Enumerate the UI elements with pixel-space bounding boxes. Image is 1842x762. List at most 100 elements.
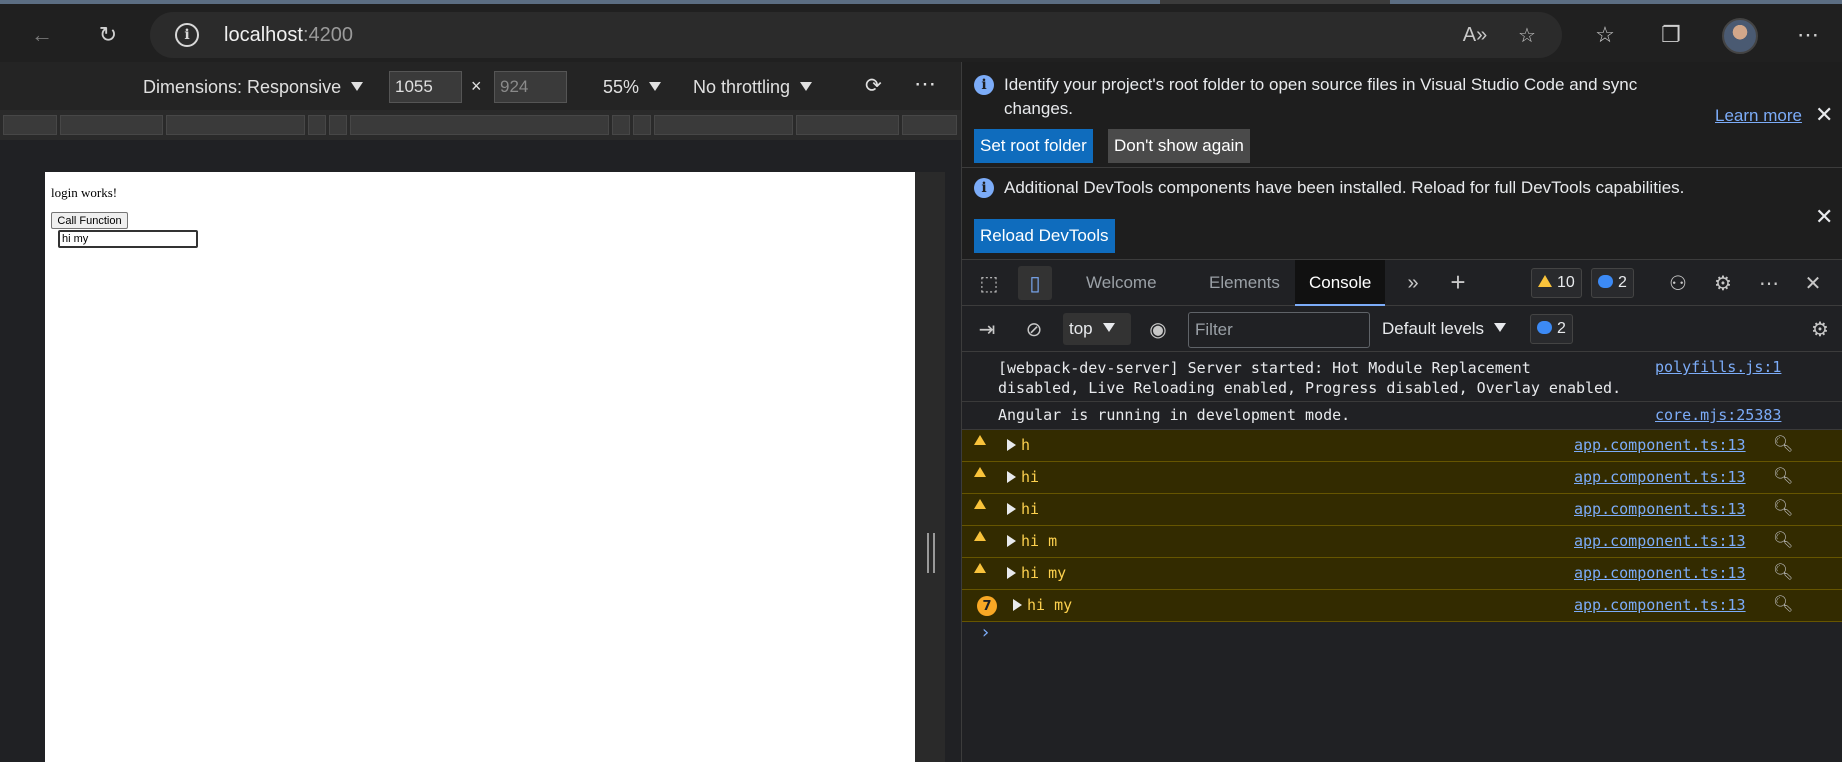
console-source-link[interactable]: core.mjs:25383 [1655, 406, 1781, 424]
console-source-link[interactable]: app.component.ts:13 [1574, 532, 1746, 550]
call-function-button[interactable]: Call Function [51, 212, 128, 229]
collections-icon[interactable]: ❐ [1653, 17, 1689, 53]
close-icon[interactable]: ✕ [1815, 204, 1833, 230]
expand-arrow-icon[interactable] [1007, 535, 1016, 547]
console-message: h [1021, 436, 1031, 454]
infobar-message: Additional DevTools components have been… [1004, 178, 1685, 197]
search-icon[interactable]: 🔍︎ [1773, 594, 1793, 613]
media-query-segment[interactable] [60, 115, 163, 135]
search-icon[interactable]: 🔍︎ [1773, 466, 1793, 485]
media-query-bar [0, 110, 961, 140]
root-folder-infobar: i Identify your project's root folder to… [962, 62, 1842, 168]
read-aloud-icon[interactable]: A» [1460, 20, 1490, 50]
settings-icon[interactable]: ⚙ [1706, 266, 1740, 300]
profile-avatar[interactable] [1722, 18, 1758, 54]
site-info-icon[interactable]: i [175, 23, 199, 47]
tab-console[interactable]: Console [1295, 260, 1386, 306]
console-entry[interactable]: Angular is running in development mode. … [962, 402, 1842, 430]
chevron-down-icon [800, 82, 813, 91]
page-text-input[interactable]: hi my [58, 230, 198, 248]
warnings-badge[interactable]: 10 [1531, 268, 1582, 298]
search-icon[interactable]: 🔍︎ [1773, 434, 1793, 453]
device-toolbar-toggle-icon[interactable]: ▯ [1018, 266, 1052, 300]
warnings-count: 10 [1557, 274, 1575, 291]
message-icon [1598, 275, 1613, 288]
media-query-segment[interactable] [633, 115, 651, 135]
expand-arrow-icon[interactable] [1007, 503, 1016, 515]
console-source-link[interactable]: polyfills.js:1 [1655, 358, 1781, 376]
back-icon[interactable]: ← [24, 17, 60, 53]
expand-arrow-icon[interactable] [1007, 439, 1016, 451]
media-query-segment[interactable] [654, 115, 793, 135]
favorites-icon[interactable]: ☆ [1587, 17, 1623, 53]
console-source-link[interactable]: app.component.ts:13 [1574, 436, 1746, 454]
reload-devtools-button[interactable]: Reload DevTools [974, 219, 1115, 253]
sidebar-toggle-icon[interactable]: ⇥ [970, 312, 1004, 346]
learn-more-link[interactable]: Learn more [1715, 106, 1802, 126]
console-source-link[interactable]: app.component.ts:13 [1574, 564, 1746, 582]
address-text[interactable]: localhost:4200 [224, 24, 353, 47]
dimensions-label: Dimensions: Responsive [143, 77, 342, 97]
close-devtools-icon[interactable]: ✕ [1796, 266, 1830, 300]
devtools-more-icon[interactable]: ⋯ [1752, 266, 1786, 300]
device-more-icon[interactable]: ⋯ [914, 71, 936, 97]
console-warning-entry[interactable]: 7 hi my app.component.ts:13 🔍︎ [962, 590, 1842, 622]
close-icon[interactable]: ✕ [1815, 102, 1833, 128]
dont-show-again-button[interactable]: Don't show again [1108, 129, 1250, 163]
console-messages-count: 2 [1557, 320, 1566, 337]
console-settings-icon[interactable]: ⚙ [1803, 312, 1837, 346]
console-source-link[interactable]: app.component.ts:13 [1574, 500, 1746, 518]
more-icon[interactable]: ⋯ [1790, 17, 1826, 53]
search-icon[interactable]: 🔍︎ [1773, 498, 1793, 517]
console-warning-entry[interactable]: hi app.component.ts:13 🔍︎ [962, 462, 1842, 494]
search-icon[interactable]: 🔍︎ [1773, 530, 1793, 549]
console-warning-entry[interactable]: hi my app.component.ts:13 🔍︎ [962, 558, 1842, 590]
media-query-segment[interactable] [902, 115, 957, 135]
zoom-dropdown[interactable]: 55% [603, 77, 662, 98]
address-host: localhost [224, 24, 303, 46]
console-source-link[interactable]: app.component.ts:13 [1574, 596, 1746, 614]
expand-arrow-icon[interactable] [1013, 599, 1022, 611]
add-tab-icon[interactable]: + [1441, 265, 1475, 299]
clear-console-icon[interactable]: ⊘ [1017, 312, 1051, 346]
console-warning-entry[interactable]: hi app.component.ts:13 🔍︎ [962, 494, 1842, 526]
expand-arrow-icon[interactable] [1007, 471, 1016, 483]
context-select[interactable]: top [1063, 313, 1131, 345]
media-query-segment[interactable] [3, 115, 57, 135]
warning-icon [974, 563, 986, 573]
rotate-icon[interactable]: ⟳ [865, 73, 882, 98]
width-input[interactable]: 1055 [389, 71, 462, 103]
live-expression-icon[interactable]: ◉ [1141, 312, 1175, 346]
customize-icon[interactable]: ⚇ [1661, 266, 1695, 300]
console-source-link[interactable]: app.component.ts:13 [1574, 468, 1746, 486]
address-port: :4200 [302, 24, 353, 46]
media-query-segment[interactable] [329, 115, 347, 135]
console-messages-badge[interactable]: 2 [1530, 314, 1573, 344]
media-query-segment[interactable] [796, 115, 899, 135]
console-entry[interactable]: [webpack-dev-server] Server started: Hot… [962, 352, 1842, 402]
console-prompt-row[interactable]: › [962, 622, 1842, 652]
messages-badge[interactable]: 2 [1591, 268, 1634, 298]
more-tabs-icon[interactable]: » [1396, 266, 1430, 300]
media-query-segment[interactable] [612, 115, 630, 135]
dimensions-dropdown[interactable]: Dimensions: Responsive [143, 77, 364, 98]
add-favorite-icon[interactable]: ☆ [1512, 20, 1542, 50]
levels-dropdown[interactable]: Default levels [1382, 319, 1507, 339]
resize-handle[interactable] [927, 533, 935, 573]
console-warning-entry[interactable]: hi m app.component.ts:13 🔍︎ [962, 526, 1842, 558]
filter-input[interactable]: Filter [1188, 312, 1370, 348]
media-query-segment[interactable] [350, 115, 609, 135]
console-warning-entry[interactable]: h app.component.ts:13 🔍︎ [962, 430, 1842, 462]
inspect-element-icon[interactable]: ⬚ [972, 266, 1006, 300]
media-query-segment[interactable] [308, 115, 326, 135]
search-icon[interactable]: 🔍︎ [1773, 562, 1793, 581]
refresh-icon[interactable]: ↻ [90, 17, 126, 53]
tab-welcome[interactable]: Welcome [1086, 260, 1157, 306]
set-root-folder-button[interactable]: Set root folder [974, 129, 1093, 163]
expand-arrow-icon[interactable] [1007, 567, 1016, 579]
tab-elements[interactable]: Elements [1209, 260, 1280, 306]
media-query-segment[interactable] [166, 115, 305, 135]
height-input[interactable]: 924 [494, 71, 567, 103]
throttling-dropdown[interactable]: No throttling [693, 77, 813, 98]
address-bar[interactable]: i localhost:4200 A» ☆ [150, 12, 1562, 58]
